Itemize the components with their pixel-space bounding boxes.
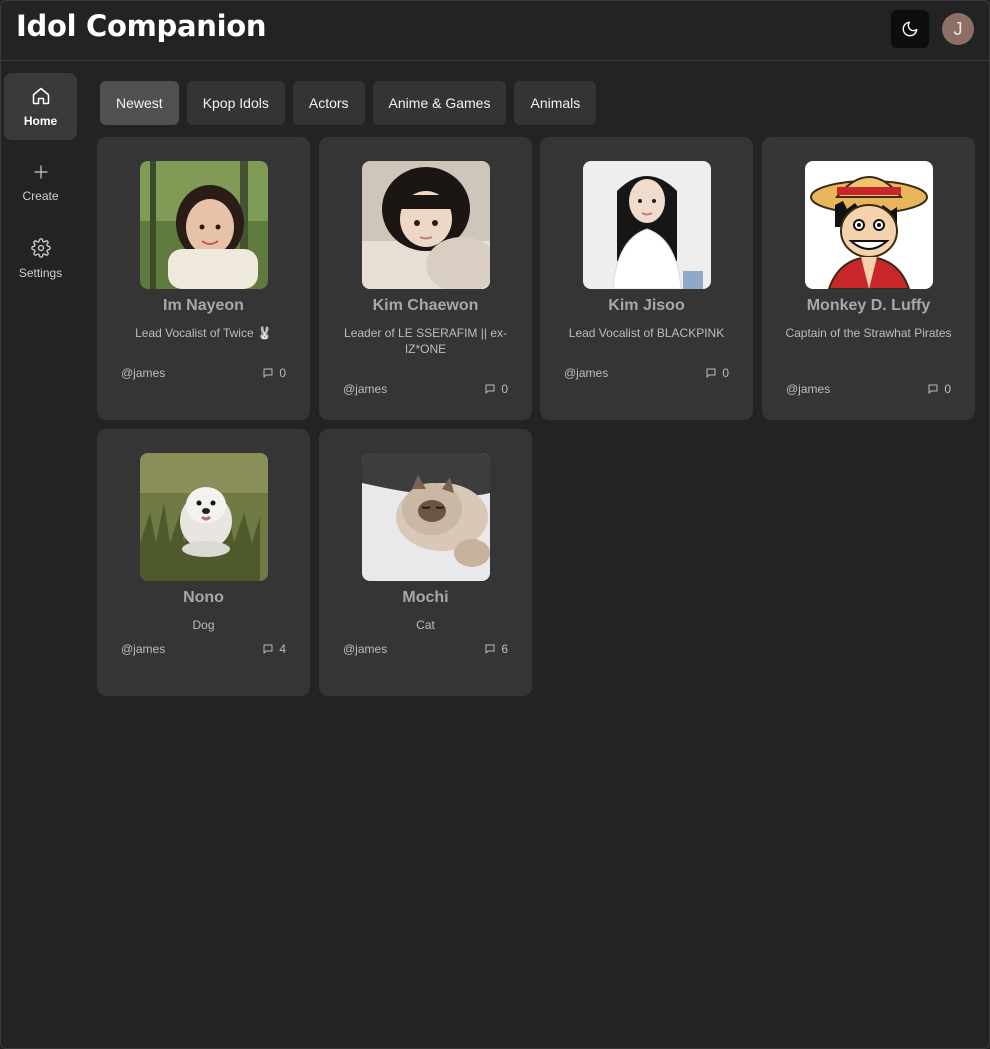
comment-count-value: 6 bbox=[501, 642, 508, 656]
comment-count-value: 4 bbox=[279, 642, 286, 656]
character-author: @james bbox=[786, 382, 831, 396]
comment-icon bbox=[706, 368, 716, 378]
character-description: Lead Vocalist of Twice 🐰 bbox=[135, 326, 272, 340]
character-card[interactable]: Mochi Cat @james 6 bbox=[319, 429, 532, 696]
character-name: Im Nayeon bbox=[163, 297, 244, 314]
comment-count-value: 0 bbox=[501, 382, 508, 396]
character-photo bbox=[805, 161, 933, 289]
comment-count: 0 bbox=[262, 366, 286, 380]
comment-count-value: 0 bbox=[944, 382, 951, 396]
character-photo bbox=[362, 161, 490, 289]
character-author: @james bbox=[564, 366, 609, 380]
app-window: Idol Companion J Home Create Settings Ne… bbox=[0, 0, 990, 1049]
tab-kpop-idols[interactable]: Kpop Idols bbox=[186, 81, 285, 125]
sidebar: Home Create Settings bbox=[4, 73, 77, 301]
app-title[interactable]: Idol Companion bbox=[16, 9, 267, 43]
sidebar-item-label: Home bbox=[23, 113, 58, 128]
comment-icon bbox=[263, 644, 273, 654]
character-card[interactable]: Nono Dog @james 4 bbox=[97, 429, 310, 696]
character-name: Nono bbox=[183, 589, 224, 606]
sidebar-item-label: Settings bbox=[18, 265, 63, 280]
character-author: @james bbox=[121, 366, 166, 380]
comment-count: 0 bbox=[484, 382, 508, 396]
character-card[interactable]: Kim Jisoo Lead Vocalist of BLACKPINK @ja… bbox=[540, 137, 753, 420]
comment-count: 6 bbox=[484, 642, 508, 656]
tab-animals[interactable]: Animals bbox=[514, 81, 597, 125]
character-name: Kim Chaewon bbox=[372, 297, 479, 314]
character-name: Monkey D. Luffy bbox=[806, 297, 931, 314]
character-photo bbox=[140, 161, 268, 289]
comment-icon bbox=[485, 644, 495, 654]
comment-icon bbox=[485, 384, 495, 394]
character-author: @james bbox=[343, 382, 388, 396]
sidebar-item-label: Create bbox=[22, 188, 59, 203]
plus-icon bbox=[33, 164, 48, 179]
tab-newest[interactable]: Newest bbox=[100, 81, 179, 125]
sidebar-item-create[interactable]: Create bbox=[4, 149, 77, 216]
character-photo bbox=[583, 161, 711, 289]
moon-icon bbox=[902, 21, 918, 37]
character-photo bbox=[140, 453, 268, 581]
character-name: Kim Jisoo bbox=[608, 297, 685, 314]
comment-icon bbox=[928, 384, 938, 394]
character-name: Mochi bbox=[402, 589, 449, 606]
comment-count: 4 bbox=[262, 642, 286, 656]
character-card[interactable]: Monkey D. Luffy Captain of the Strawhat … bbox=[762, 137, 975, 420]
character-description: Lead Vocalist of BLACKPINK bbox=[568, 326, 725, 340]
user-avatar[interactable]: J bbox=[942, 13, 974, 45]
character-card[interactable]: Kim Chaewon Leader of LE SSERAFIM || ex-… bbox=[319, 137, 532, 420]
comment-icon bbox=[263, 368, 273, 378]
tab-actors[interactable]: Actors bbox=[292, 81, 365, 125]
gear-icon bbox=[30, 237, 51, 258]
sidebar-item-home[interactable]: Home bbox=[4, 73, 77, 140]
character-description: Cat bbox=[416, 618, 435, 632]
sidebar-item-settings[interactable]: Settings bbox=[4, 225, 77, 292]
character-description: Dog bbox=[192, 618, 215, 632]
character-author: @james bbox=[343, 642, 388, 656]
category-tabs: Newest Kpop Idols Actors Anime & Games A… bbox=[100, 81, 597, 125]
character-description: Leader of LE SSERAFIM || ex-IZ*ONE bbox=[344, 326, 507, 356]
character-author: @james bbox=[121, 642, 166, 656]
comment-count: 0 bbox=[705, 366, 729, 380]
tab-anime-games[interactable]: Anime & Games bbox=[372, 81, 507, 125]
comment-count-value: 0 bbox=[279, 366, 286, 380]
top-bar: Idol Companion J bbox=[1, 1, 989, 61]
home-icon bbox=[32, 87, 49, 104]
character-photo bbox=[362, 453, 490, 581]
theme-toggle-button[interactable] bbox=[891, 10, 929, 48]
comment-count-value: 0 bbox=[722, 366, 729, 380]
character-description: Captain of the Strawhat Pirates bbox=[785, 326, 952, 340]
character-card[interactable]: Im Nayeon Lead Vocalist of Twice 🐰 @jame… bbox=[97, 137, 310, 420]
comment-count: 0 bbox=[927, 382, 951, 396]
